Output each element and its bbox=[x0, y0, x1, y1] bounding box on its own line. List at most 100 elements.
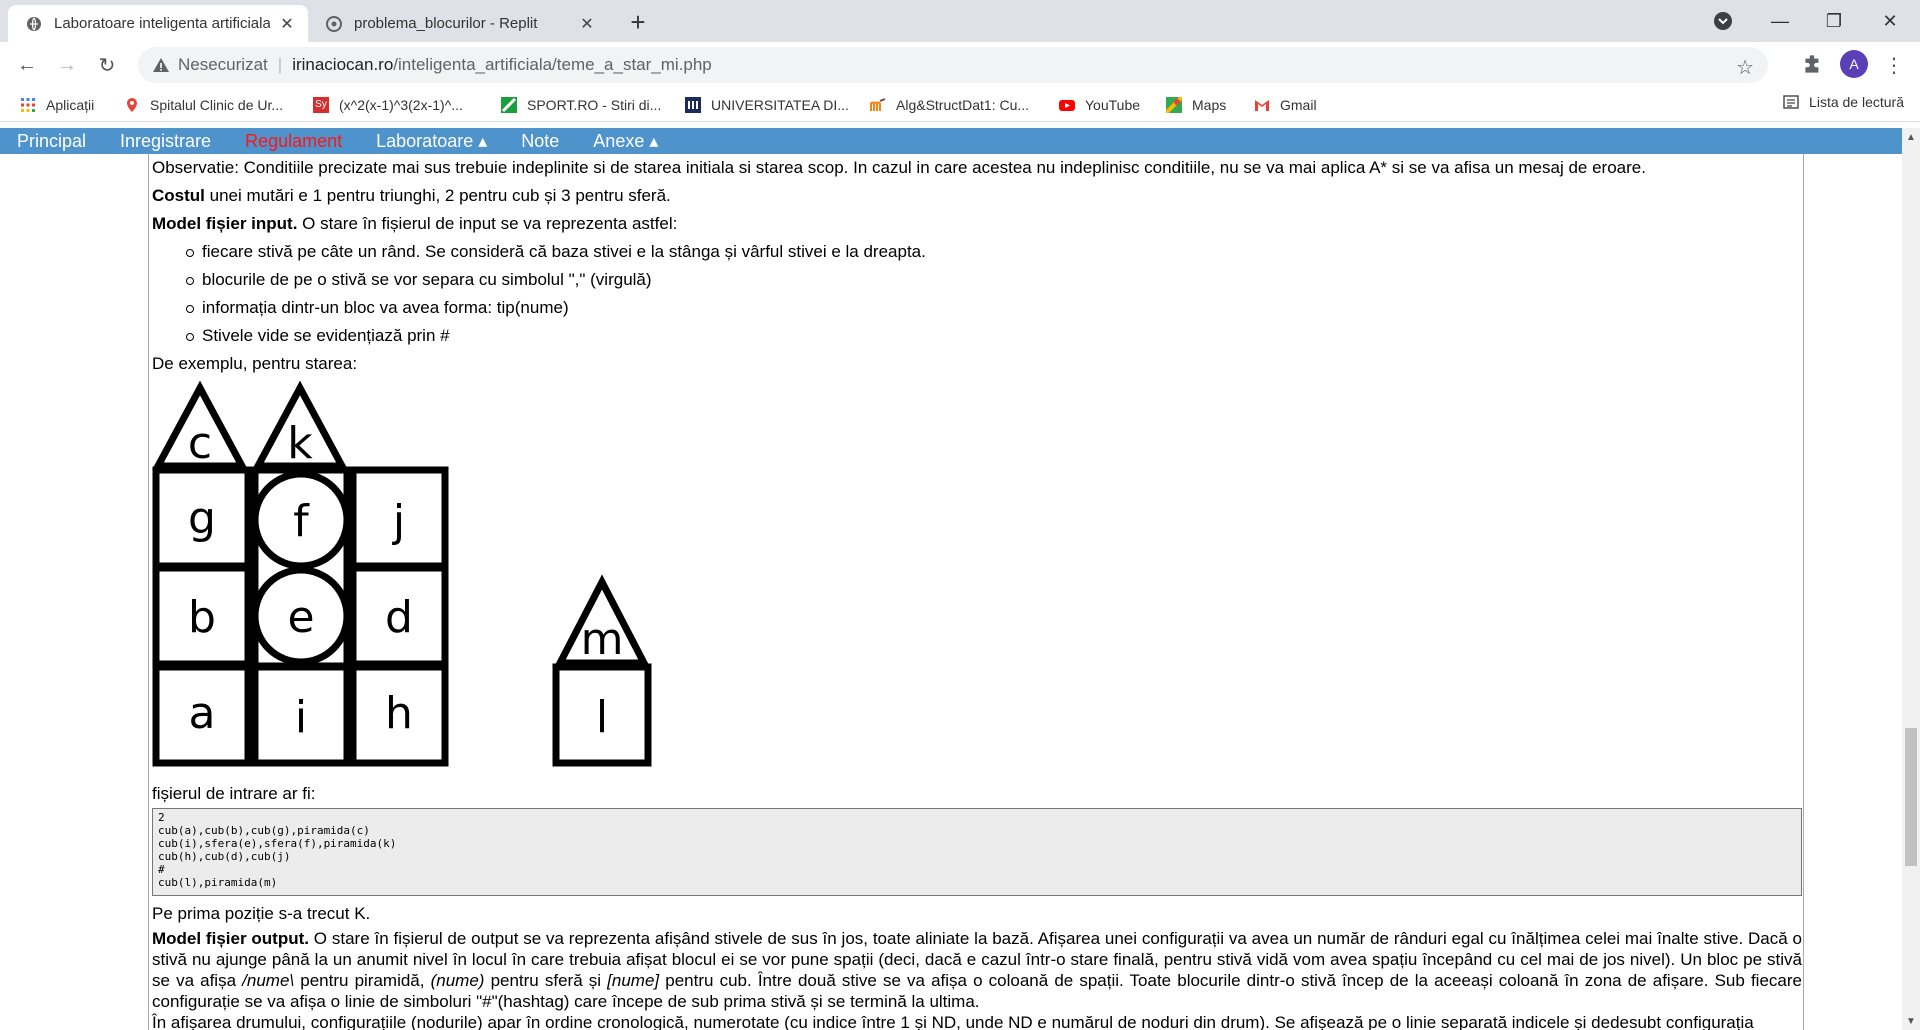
block-label-f: f bbox=[293, 496, 310, 547]
bookmark-universitatea[interactable]: UNIVERSITATEA DI... bbox=[685, 94, 849, 116]
bookmark-label: Aplicații bbox=[46, 97, 95, 113]
globe-icon bbox=[27, 16, 41, 31]
divider: | bbox=[277, 55, 283, 74]
back-arrow-icon[interactable]: ← bbox=[12, 50, 42, 80]
cost-paragraph: Costul unei mutări e 1 pentru triunghi, … bbox=[152, 182, 1802, 210]
bookmark-label: Alg&StructDat1: Cu... bbox=[896, 97, 1030, 113]
bookmark-sport[interactable]: SPORT.RO - Stiri di... bbox=[501, 94, 661, 116]
example-intro: De exemplu, pentru starea: bbox=[152, 354, 358, 373]
url-path: /inteligenta_artificiala/teme_a_star_mi.… bbox=[393, 55, 712, 74]
input-file-code: 2 cub(a),cub(b),cub(g),piramida(c) cub(i… bbox=[152, 808, 1802, 896]
bookmark-symbolab[interactable]: Sy (x^2(x-1)^3(2x-1)^... bbox=[313, 94, 463, 116]
block-label-b: b bbox=[188, 592, 216, 643]
block-label-j: j bbox=[392, 496, 405, 547]
bookmark-gmail[interactable]: Gmail bbox=[1254, 94, 1317, 116]
block-label-a: a bbox=[189, 688, 216, 739]
output-model-label: Model fișier output. bbox=[152, 929, 309, 948]
bookmark-label: (x^2(x-1)^3(2x-1)^... bbox=[339, 97, 463, 113]
tab-title: Laboratoare inteligenta artificiala bbox=[54, 15, 270, 32]
block-label-i: i bbox=[295, 692, 307, 743]
nav-anexe[interactable]: Anexe ▴ bbox=[576, 131, 675, 152]
sport-ro-icon bbox=[501, 97, 517, 113]
bookmark-label: SPORT.RO - Stiri di... bbox=[527, 97, 662, 113]
block-label-m: m bbox=[581, 614, 624, 665]
moodle-icon bbox=[870, 98, 886, 111]
tab-laboratoare[interactable]: Laboratoare inteligenta artificiala ✕ bbox=[8, 5, 308, 42]
reload-icon[interactable]: ↻ bbox=[92, 50, 122, 80]
extensions-puzzle-icon[interactable] bbox=[1800, 51, 1826, 77]
new-tab-button[interactable]: + bbox=[624, 7, 652, 37]
bookmark-maps[interactable]: Maps bbox=[1166, 94, 1226, 116]
input-model-paragraph: Model fișier input. O stare în fișierul … bbox=[152, 210, 1802, 238]
nav-note[interactable]: Note bbox=[504, 131, 576, 152]
maximize-button[interactable]: ❐ bbox=[1806, 0, 1862, 42]
bookmark-apps[interactable]: Aplicații bbox=[20, 94, 94, 116]
close-tab-icon[interactable]: ✕ bbox=[578, 15, 596, 33]
input-model-label: Model fișier input. bbox=[152, 214, 298, 233]
output-text: pentru sferă și bbox=[484, 971, 608, 990]
input-model-text: O stare în fișierul de input se va repre… bbox=[297, 214, 678, 233]
reading-list-label: Lista de lectură bbox=[1809, 94, 1904, 110]
list-item: blocurile de pe o stivă se vor separa cu… bbox=[186, 266, 1802, 294]
bookmark-star-icon[interactable]: ☆ bbox=[1736, 55, 1754, 80]
reading-list-icon bbox=[1783, 95, 1799, 109]
code-line: 2 bbox=[158, 811, 165, 824]
page-scrollbar[interactable]: ▲ ▼ bbox=[1902, 128, 1920, 1030]
sphere-format: (nume) bbox=[430, 971, 485, 990]
url-host: irinaciocan.ro bbox=[292, 55, 394, 74]
bookmark-moodle[interactable]: Alg&StructDat1: Cu... bbox=[870, 94, 1029, 116]
bookmarks-bar: Aplicații Spitalul Clinic de Ur... Sy (x… bbox=[0, 88, 1920, 122]
input-rules-list: fiecare stivă pe câte un rând. Se consid… bbox=[186, 238, 1802, 350]
block-label-c: c bbox=[188, 418, 212, 469]
close-tab-icon[interactable]: ✕ bbox=[278, 15, 296, 33]
tab-replit[interactable]: problema_blocurilor - Replit ✕ bbox=[308, 5, 608, 42]
maps-icon bbox=[1166, 97, 1182, 113]
block-label-k: k bbox=[287, 418, 313, 469]
observatie-text: Observatie: Conditiile precizate mai sus… bbox=[152, 158, 1646, 177]
apps-grid-icon bbox=[21, 98, 35, 112]
pyramid-format: /nume\ bbox=[242, 971, 295, 990]
blocks-diagram: c k g f j b e d a i h m l bbox=[152, 380, 652, 767]
list-item: fiecare stivă pe câte un rând. Se consid… bbox=[186, 238, 1802, 266]
youtube-icon bbox=[1059, 100, 1075, 111]
code-line: cub(a),cub(b),cub(g),piramida(c) bbox=[158, 824, 370, 837]
menu-dots-icon[interactable]: ⋮ bbox=[1884, 51, 1904, 79]
file-intro: fișierul de intrare ar fi: bbox=[152, 784, 316, 803]
blocks-state-figure: c k g f j b e d a i h m l bbox=[152, 378, 672, 780]
bookmark-label: UNIVERSITATEA DI... bbox=[711, 97, 849, 113]
tab-search-icon[interactable] bbox=[1695, 0, 1751, 42]
nav-laboratoare[interactable]: Laboratoare ▴ bbox=[359, 131, 504, 152]
list-item: Stivele vide se evidențiază prin # bbox=[186, 322, 1802, 350]
scrollbar-thumb[interactable] bbox=[1905, 728, 1917, 866]
browser-chrome: Laboratoare inteligenta artificiala ✕ pr… bbox=[0, 0, 1920, 128]
close-window-button[interactable]: ✕ bbox=[1862, 0, 1918, 42]
first-position-text: Pe prima poziție s-a trecut K. bbox=[152, 904, 371, 923]
browser-toolbar: ← → ↻ Nesecurizat | irinaciocan.ro/intel… bbox=[0, 42, 1920, 88]
nav-principal[interactable]: Principal bbox=[0, 131, 103, 152]
output-model-paragraph: Model fișier output. O stare în fișierul… bbox=[152, 928, 1802, 1012]
nav-inregistrare[interactable]: Inregistrare bbox=[103, 131, 228, 152]
list-item: informația dintr-un bloc va avea forma: … bbox=[186, 294, 1802, 322]
forward-arrow-icon[interactable]: → bbox=[52, 50, 82, 80]
scroll-down-arrow-icon[interactable]: ▼ bbox=[1902, 1012, 1920, 1030]
reading-list-button[interactable]: Lista de lectură bbox=[1783, 94, 1904, 110]
address-bar[interactable]: Nesecurizat | irinaciocan.ro/inteligenta… bbox=[138, 47, 1768, 83]
university-icon bbox=[685, 97, 701, 113]
cube-format: [nume] bbox=[607, 971, 660, 990]
output-text: pentru piramidă, bbox=[294, 971, 431, 990]
scroll-up-arrow-icon[interactable]: ▲ bbox=[1902, 128, 1920, 146]
bookmark-youtube[interactable]: YouTube bbox=[1059, 94, 1140, 116]
minimize-button[interactable]: — bbox=[1752, 0, 1808, 42]
warning-icon[interactable] bbox=[152, 56, 170, 74]
bookmark-spitalul[interactable]: Spitalul Clinic de Ur... bbox=[124, 94, 283, 116]
profile-avatar[interactable]: A bbox=[1840, 50, 1868, 78]
block-label-l: l bbox=[596, 692, 608, 743]
bookmark-label: Maps bbox=[1192, 97, 1227, 113]
code-line: # bbox=[158, 863, 165, 876]
cost-label: Costul bbox=[152, 186, 205, 205]
nav-regulament[interactable]: Regulament bbox=[228, 131, 359, 152]
bookmark-label: Gmail bbox=[1280, 97, 1317, 113]
bookmark-label: Spitalul Clinic de Ur... bbox=[150, 97, 284, 113]
block-label-h: h bbox=[385, 688, 413, 739]
url-text: irinaciocan.ro/inteligenta_artificiala/t… bbox=[292, 55, 712, 75]
